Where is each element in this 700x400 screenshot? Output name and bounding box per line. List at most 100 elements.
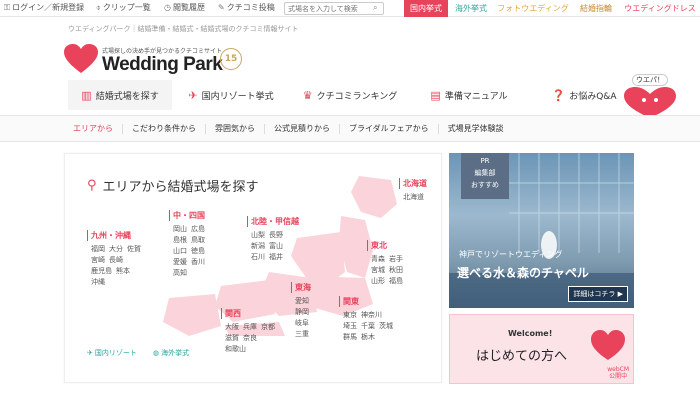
pref-link[interactable]: 和歌山 [225, 345, 246, 353]
pref-link[interactable]: 福井 [269, 253, 283, 261]
pref-link[interactable]: 長崎 [109, 256, 123, 264]
pref-link[interactable]: 愛知 [295, 297, 309, 305]
pref-link[interactable]: 徳島 [191, 247, 205, 255]
pref-link[interactable]: 熊本 [116, 267, 130, 275]
pref-link[interactable]: 香川 [191, 258, 205, 266]
mascot[interactable]: ウエパ！ [618, 74, 680, 118]
region-kansai[interactable]: 関西 大阪 兵庫 京都 滋賀 奈良 和歌山 [221, 308, 279, 355]
nav-domestic-resort[interactable]: ✈ 国内リゾート挙式 [172, 80, 290, 110]
pref-link[interactable]: 沖縄 [91, 278, 105, 286]
pref-link[interactable]: 埼玉 [343, 322, 357, 330]
top-utility-bar: ⚿ログイン／新規登録 ⌽クリップ一覧 ◷閲覧履歴 ✎クチコミ投稿 ⌕ 国内挙式 … [0, 0, 700, 17]
history-link[interactable]: ◷ 閲覧履歴 [164, 2, 205, 13]
clip-list-link[interactable]: ⌽ クリップ一覧 [96, 2, 151, 13]
search-input[interactable] [284, 2, 384, 15]
region-hokkaido[interactable]: 北海道 北海道 [399, 178, 428, 203]
region-tohoku[interactable]: 東北 青森 岩手 宮城 秋田 山形 福島 [367, 240, 407, 287]
review-post-link[interactable]: ✎ クチコミ投稿 [218, 2, 275, 13]
tab-photo-wedding[interactable]: フォトウエディング [494, 0, 572, 17]
region-kanto[interactable]: 関東 東京 神奈川 埼玉 千葉 茨城 群馬 栃木 [339, 296, 397, 343]
pref-link[interactable]: 千葉 [361, 322, 375, 330]
pref-link[interactable]: 東京 [343, 311, 357, 319]
pref-link[interactable]: 山口 [173, 247, 187, 255]
domestic-resort-label: 国内リゾート [94, 349, 137, 357]
pref-link[interactable]: 岩手 [389, 255, 403, 263]
pref-link[interactable]: 島根 [173, 236, 187, 244]
pref-link[interactable]: 三重 [295, 330, 309, 338]
clip-icon: ⌽ [96, 2, 101, 12]
region-heading: 北陸・甲信越 [247, 216, 299, 227]
nav-label: 国内リゾート挙式 [201, 91, 274, 102]
badge-line1: 編集部 [474, 169, 496, 177]
site-logo[interactable]: 式場探しの決め手が見つかるクチコミサイト Wedding Park 15 [62, 40, 242, 80]
login-label: ログイン／新規登録 [12, 3, 85, 12]
region-hokuriku-koshinetsu[interactable]: 北陸・甲信越 山梨 長野 新潟 富山 石川 福井 [247, 216, 299, 263]
overseas-link[interactable]: ◍ 海外挙式 [153, 348, 189, 358]
subnav-area[interactable]: エリアから [64, 123, 123, 134]
tab-domestic[interactable]: 国内挙式 [404, 0, 448, 17]
nav-review-ranking[interactable]: ♛ クチコミランキング [290, 80, 410, 110]
subnav-atmosphere[interactable]: 雰囲気から [206, 123, 265, 134]
first-time-banner[interactable]: Welcome! はじめての方へ webCM 公開中 [449, 314, 634, 384]
pref-link[interactable]: 大阪 [225, 323, 239, 331]
tab-overseas[interactable]: 海外挙式 [450, 0, 492, 17]
search-icon[interactable]: ⌕ [373, 3, 377, 13]
pref-link[interactable]: 岐阜 [295, 319, 309, 327]
pref-link[interactable]: 佐賀 [127, 245, 141, 253]
pref-link[interactable]: 宮崎 [91, 256, 105, 264]
nav-manual[interactable]: ▤ 準備マニュアル [410, 80, 528, 110]
subnav-bridal-fair[interactable]: ブライダルフェアから [340, 123, 439, 134]
pref-link[interactable]: 新潟 [251, 242, 265, 250]
pref-link[interactable]: 石川 [251, 253, 265, 261]
pref-link[interactable]: 長野 [269, 231, 283, 239]
subnav-conditions[interactable]: こだわり条件から [123, 123, 206, 134]
pref-link[interactable]: 栃木 [361, 333, 375, 341]
pref-link[interactable]: 大分 [109, 245, 123, 253]
pref-link[interactable]: 広島 [191, 225, 205, 233]
region-kyushu-okinawa[interactable]: 九州・沖縄 福岡 大分 佐賀 宮崎 長崎 鹿児島 熊本 沖縄 [87, 230, 145, 288]
anniversary-badge: 15 [220, 48, 242, 70]
pref-link[interactable]: 鹿児島 [91, 267, 112, 275]
tab-rings[interactable]: 結婚指輪 [574, 0, 618, 17]
pref-link[interactable]: 奈良 [243, 334, 257, 342]
pref-link[interactable]: 青森 [371, 255, 385, 263]
nav-find-venue[interactable]: ▥ 結婚式場を探す [68, 80, 172, 110]
pref-link[interactable]: 鳥取 [191, 236, 205, 244]
region-heading: 九州・沖縄 [87, 230, 145, 241]
pref-link[interactable]: 愛媛 [173, 258, 187, 266]
chapel-promo-banner[interactable]: PR 編集部 おすすめ 神戸でリゾートウエディング 選べる水＆森のチャペル 詳細… [449, 153, 634, 308]
pref-link[interactable]: 福島 [389, 277, 403, 285]
pref-link[interactable]: 静岡 [295, 308, 309, 316]
pref-link[interactable]: 北海道 [403, 193, 424, 201]
webcm-badge[interactable]: webCM 公開中 [607, 366, 629, 380]
subnav-estimate[interactable]: 公式見積りから [265, 123, 340, 134]
pref-link[interactable]: 山梨 [251, 231, 265, 239]
pref-link[interactable]: 茨城 [379, 322, 393, 330]
region-chugoku-shikoku[interactable]: 中・四国 岡山 広島 島根 鳥取 山口 徳島 愛媛 香川 高知 [169, 210, 209, 279]
badge-line2: おすすめ [471, 181, 499, 189]
pref-link[interactable]: 神奈川 [361, 311, 382, 319]
pref-link[interactable]: 群馬 [343, 333, 357, 341]
login-link[interactable]: ⚿ ログイン／新規登録 [4, 2, 84, 13]
pref-link[interactable]: 岡山 [173, 225, 187, 233]
banner1-subtitle: 神戸でリゾートウエディング [459, 250, 563, 259]
pref-link[interactable]: 秋田 [389, 266, 403, 274]
pref-link[interactable]: 京都 [261, 323, 275, 331]
pref-link[interactable]: 高知 [173, 269, 187, 277]
pref-link[interactable]: 宮城 [371, 266, 385, 274]
pref-link[interactable]: 富山 [269, 242, 283, 250]
domestic-resort-link[interactable]: ✈ 国内リゾート [87, 348, 137, 358]
pref-link[interactable]: 滋賀 [225, 334, 239, 342]
webcm-line1: webCM [607, 366, 629, 373]
pref-link[interactable]: 山形 [371, 277, 385, 285]
nav-label: クチコミランキング [316, 91, 398, 102]
history-label: 閲覧履歴 [172, 3, 205, 12]
editor-pick-badge: PR 編集部 おすすめ [461, 153, 509, 199]
region-tokai[interactable]: 東海 愛知 静岡 岐阜 三重 [291, 282, 313, 340]
pref-link[interactable]: 兵庫 [243, 323, 257, 331]
region-heading: 東北 [367, 240, 407, 251]
subnav-visit-report[interactable]: 式場見学体験談 [439, 124, 513, 134]
pref-link[interactable]: 福岡 [91, 245, 105, 253]
banner1-cta[interactable]: 詳細はコチラ ▶ [568, 286, 628, 302]
tab-dress[interactable]: ウエディングドレス [620, 0, 700, 17]
